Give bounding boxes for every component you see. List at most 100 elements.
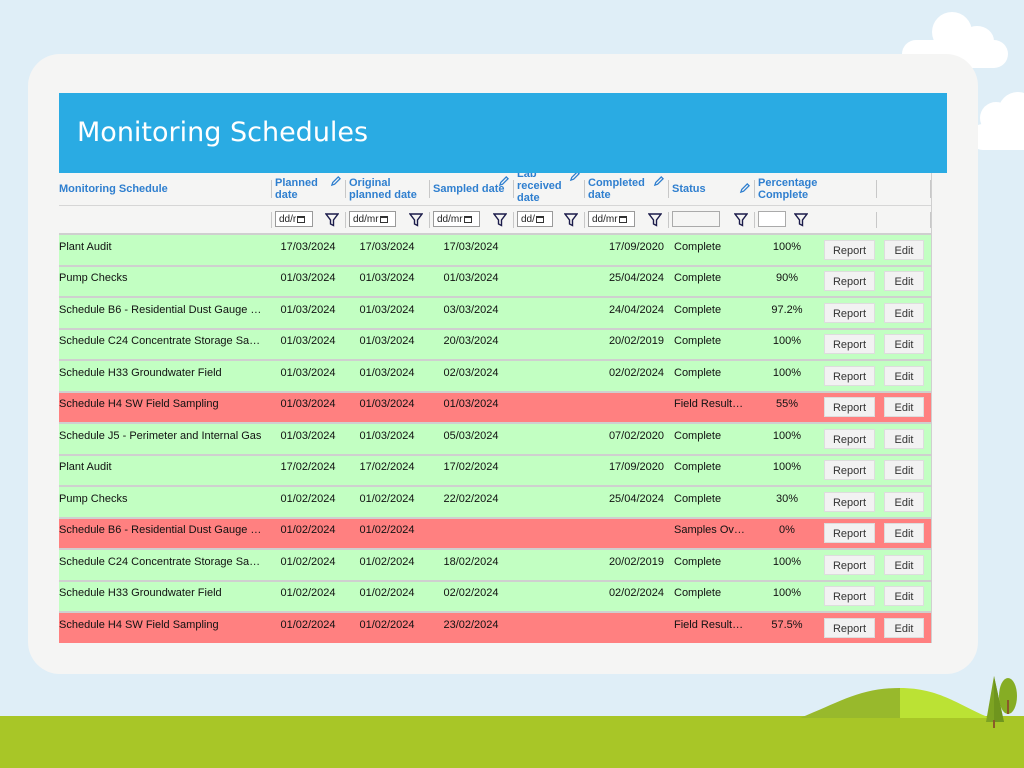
planned-date-filter-input[interactable]: dd/r: [275, 211, 313, 228]
schedules-grid: Monitoring Schedule Planned date Origina…: [59, 173, 947, 643]
filter-percentage: [754, 205, 820, 235]
planned-date: 17/02/2024: [280, 461, 336, 474]
filter-funnel-icon[interactable]: [564, 212, 578, 227]
table-row[interactable]: Schedule J5 - Perimeter and Internal Gas…: [59, 422, 931, 455]
table-row[interactable]: Schedule B6 - Residential Dust Gauge … 0…: [59, 296, 931, 329]
report-button[interactable]: Report: [824, 428, 875, 449]
original-planned-date: 01/02/2024: [359, 587, 415, 600]
table-row[interactable]: Schedule B6 - Residential Dust Gauge … 0…: [59, 516, 931, 549]
edit-pencil-icon[interactable]: [498, 176, 509, 187]
edit-button[interactable]: Edit: [884, 554, 924, 575]
planned-date-cell: 01/02/2024: [271, 516, 345, 549]
vertical-scrollbar[interactable]: [931, 173, 947, 643]
column-header-label: Completed date: [588, 176, 645, 201]
report-button[interactable]: Report: [824, 397, 875, 418]
schedule-name-cell: Schedule J5 - Perimeter and Internal Gas: [59, 422, 271, 455]
original-planned-date-cell: 01/03/2024: [345, 422, 429, 455]
percentage-complete: 100%: [772, 429, 802, 442]
table-row[interactable]: Schedule H33 Groundwater Field 01/03/202…: [59, 359, 931, 392]
filter-funnel-icon[interactable]: [648, 212, 662, 227]
percentage-filter-input[interactable]: [758, 211, 786, 228]
original-planned-date: 17/02/2024: [359, 461, 415, 474]
edit-button[interactable]: Edit: [884, 586, 924, 607]
lab-received-date-filter-input[interactable]: dd/: [517, 211, 553, 228]
completed-date: 02/02/2024: [608, 366, 664, 379]
edit-button[interactable]: Edit: [884, 271, 924, 292]
table-row[interactable]: Schedule C24 Concentrate Storage Sa… 01/…: [59, 548, 931, 581]
report-button[interactable]: Report: [824, 365, 875, 386]
status-cell: Complete: [668, 548, 754, 581]
lab-received-date-cell: [513, 390, 584, 423]
completed-date: 24/04/2024: [608, 303, 664, 316]
report-button[interactable]: Report: [824, 523, 875, 544]
edit-button[interactable]: Edit: [884, 491, 924, 512]
planned-date-cell: 01/03/2024: [271, 390, 345, 423]
edit-cell: Edit: [880, 516, 931, 549]
column-header-lab-received-date[interactable]: Lab received date: [513, 173, 584, 206]
report-button[interactable]: Report: [824, 586, 875, 607]
sampled-date-filter-input[interactable]: dd/mr: [433, 211, 480, 228]
edit-pencil-icon[interactable]: [569, 173, 580, 182]
edit-pencil-icon[interactable]: [653, 176, 664, 187]
edit-button[interactable]: Edit: [884, 428, 924, 449]
status-text: Complete: [674, 461, 722, 474]
status-text: Complete: [674, 335, 722, 348]
status-text: Field Result…: [674, 398, 744, 411]
percentage-complete: 97.2%: [771, 303, 803, 316]
original-planned-date-filter-input[interactable]: dd/mr: [349, 211, 396, 228]
status-cell: Field Result…: [668, 611, 754, 643]
report-button[interactable]: Report: [824, 618, 875, 639]
table-row[interactable]: Schedule H33 Groundwater Field 01/02/202…: [59, 579, 931, 612]
column-header-label: Planned date: [275, 176, 318, 201]
edit-button[interactable]: Edit: [884, 618, 924, 639]
edit-button[interactable]: Edit: [884, 302, 924, 323]
table-row[interactable]: Schedule H4 SW Field Sampling 01/02/2024…: [59, 611, 931, 643]
edit-button[interactable]: Edit: [884, 334, 924, 355]
table-row[interactable]: Pump Checks 01/03/2024 01/03/2024 01/03/…: [59, 264, 931, 297]
table-row[interactable]: Plant Audit 17/03/2024 17/03/2024 17/03/…: [59, 233, 931, 266]
column-header-planned-date[interactable]: Planned date: [271, 173, 345, 206]
planned-date: 17/03/2024: [280, 240, 336, 253]
edit-pencil-icon[interactable]: [739, 183, 750, 194]
table-row[interactable]: Schedule H4 SW Field Sampling 01/03/2024…: [59, 390, 931, 423]
column-header-completed-date[interactable]: Completed date: [584, 173, 668, 206]
table-row[interactable]: Schedule C24 Concentrate Storage Sa… 01/…: [59, 327, 931, 360]
table-row[interactable]: Pump Checks 01/02/2024 01/02/2024 22/02/…: [59, 485, 931, 518]
column-header-percentage-complete[interactable]: Percentage Complete: [754, 173, 820, 206]
edit-pencil-icon[interactable]: [330, 176, 341, 187]
filter-funnel-icon[interactable]: [325, 212, 339, 227]
filter-funnel-icon[interactable]: [409, 212, 423, 227]
edit-button[interactable]: Edit: [884, 397, 924, 418]
percentage-cell: 97.2%: [754, 296, 820, 329]
completed-date-cell: [584, 516, 668, 549]
report-button[interactable]: Report: [824, 460, 875, 481]
report-button[interactable]: Report: [824, 239, 875, 260]
report-button[interactable]: Report: [824, 334, 875, 355]
lab-received-date-cell: [513, 579, 584, 612]
column-header-monitoring-schedule[interactable]: Monitoring Schedule: [59, 173, 271, 206]
report-button[interactable]: Report: [824, 554, 875, 575]
lab-received-date-cell: [513, 359, 584, 392]
report-button[interactable]: Report: [824, 271, 875, 292]
status-filter-input[interactable]: [672, 211, 720, 228]
original-planned-date-cell: 01/02/2024: [345, 579, 429, 612]
edit-button[interactable]: Edit: [884, 523, 924, 544]
column-header-sampled-date[interactable]: Sampled date: [429, 173, 513, 206]
report-button[interactable]: Report: [824, 302, 875, 323]
column-separator: [429, 211, 430, 228]
edit-button[interactable]: Edit: [884, 365, 924, 386]
edit-cell: Edit: [880, 233, 931, 266]
column-header-original-planned-date[interactable]: Original planned date: [345, 173, 429, 206]
completed-date-filter-input[interactable]: dd/mr: [588, 211, 635, 228]
filter-funnel-icon[interactable]: [794, 212, 808, 227]
planned-date-cell: 01/03/2024: [271, 296, 345, 329]
filter-funnel-icon[interactable]: [734, 212, 748, 227]
schedule-name-cell: Plant Audit: [59, 233, 271, 266]
report-button[interactable]: Report: [824, 491, 875, 512]
table-row[interactable]: Plant Audit 17/02/2024 17/02/2024 17/02/…: [59, 453, 931, 486]
edit-button[interactable]: Edit: [884, 239, 924, 260]
sampled-date: 23/02/2024: [443, 619, 499, 632]
filter-funnel-icon[interactable]: [493, 212, 507, 227]
edit-button[interactable]: Edit: [884, 460, 924, 481]
column-header-status[interactable]: Status: [668, 173, 754, 206]
